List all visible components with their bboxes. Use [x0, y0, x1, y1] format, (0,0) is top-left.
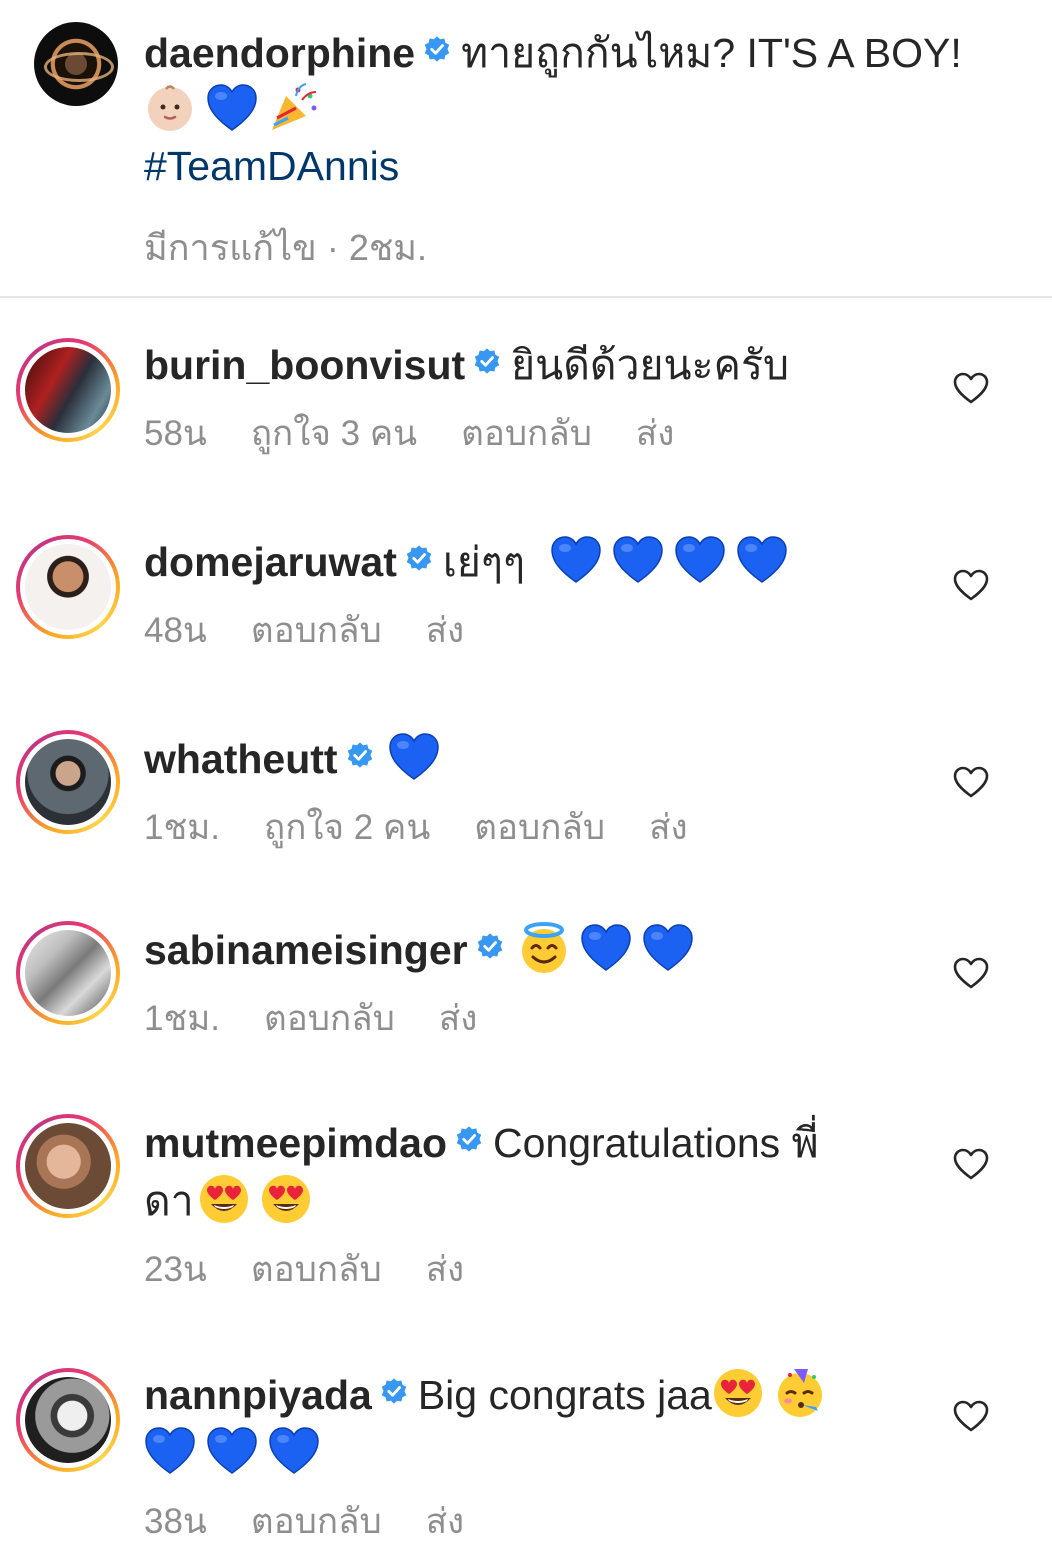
heart-outline-icon[interactable] — [953, 372, 989, 404]
comment-time: 23น — [144, 1250, 207, 1289]
smiling-halo-emoji-icon — [518, 922, 570, 974]
comment-text-line: mutmeepimdao Congratulations พี่ — [144, 1114, 934, 1172]
comment-username[interactable]: domejaruwat — [144, 539, 397, 585]
post-username[interactable]: daendorphine — [144, 30, 415, 76]
verified-badge-icon — [423, 35, 451, 63]
edited-label: มีการแก้ไข — [144, 227, 317, 268]
comment-avatar[interactable] — [16, 1368, 120, 1472]
meta-separator: · — [326, 227, 339, 268]
caption-body: daendorphine ทายถูกกันไหม? IT'S A BOY! #T… — [144, 26, 1024, 276]
comment-meta: 38น ตอบกลับ ส่ง — [144, 1494, 934, 1549]
comment-time: 1ชม. — [144, 808, 221, 847]
comment-text-line: whatheutt — [144, 730, 934, 788]
comment-username[interactable]: nannpiyada — [144, 1372, 372, 1418]
comment-username[interactable]: mutmeepimdao — [144, 1120, 447, 1166]
comment-username[interactable]: whatheutt — [144, 736, 338, 782]
blue-heart-emoji-icon — [550, 536, 602, 584]
comment-meta: 23น ตอบกลับ ส่ง — [144, 1242, 934, 1297]
blue-heart-emoji-icon — [206, 1427, 258, 1475]
comment-text-continued: ดา — [144, 1178, 194, 1224]
hashtag-link[interactable]: #TeamDAnnis — [144, 139, 1024, 193]
comment-avatar[interactable] — [16, 1114, 120, 1218]
partying-face-emoji-icon — [774, 1367, 826, 1419]
comment-text-line: sabinameisinger — [144, 921, 934, 979]
caption-text: ทายถูกกันไหม? IT'S A BOY! — [461, 30, 962, 76]
comment-time: 48น — [144, 611, 207, 650]
verified-badge-icon — [380, 1377, 408, 1405]
comment-avatar[interactable] — [16, 535, 120, 639]
comment-avatar[interactable] — [16, 338, 120, 442]
post-meta: มีการแก้ไข · 2ชม. — [144, 219, 1024, 276]
comment-time: 1ชม. — [144, 999, 221, 1038]
blue-heart-emoji-icon — [268, 1427, 320, 1475]
heart-outline-icon[interactable] — [953, 1400, 989, 1432]
blue-heart-emoji-icon — [388, 733, 440, 781]
comment-avatar[interactable] — [16, 730, 120, 834]
comment-meta: 48น ตอบกลับ ส่ง — [144, 603, 934, 658]
divider — [0, 296, 1052, 298]
reply-button[interactable]: ตอบกลับ — [251, 611, 382, 650]
blue-heart-emoji-icon — [580, 924, 632, 972]
blue-heart-emoji-icon — [206, 84, 258, 132]
comment-text-line-2 — [144, 1424, 934, 1482]
verified-badge-icon — [476, 932, 504, 960]
send-button[interactable]: ส่ง — [649, 808, 687, 847]
reply-button[interactable]: ตอบกลับ — [461, 414, 592, 453]
send-button[interactable]: ส่ง — [636, 414, 674, 453]
comment-likes[interactable]: ถูกใจ 2 คน — [264, 808, 430, 847]
blue-heart-emoji-icon — [144, 1427, 196, 1475]
comment-meta: 1ชม. ถูกใจ 2 คน ตอบกลับ ส่ง — [144, 800, 934, 855]
caption-line-1: daendorphine ทายถูกกันไหม? IT'S A BOY! — [144, 26, 1024, 80]
comment-text-line: nannpiyada Big congrats jaa — [144, 1366, 934, 1424]
verified-badge-icon — [346, 741, 374, 769]
send-button[interactable]: ส่ง — [426, 1502, 464, 1541]
blue-heart-emoji-icon — [736, 536, 788, 584]
reply-button[interactable]: ตอบกลับ — [474, 808, 605, 847]
comment-time: 58น — [144, 414, 207, 453]
post-author-avatar[interactable] — [34, 22, 118, 106]
comment-avatar[interactable] — [16, 921, 120, 1025]
heart-eyes-emoji-icon — [198, 1173, 250, 1225]
party-popper-emoji-icon — [268, 82, 320, 134]
comment-meta: 1ชม. ตอบกลับ ส่ง — [144, 991, 934, 1046]
send-button[interactable]: ส่ง — [426, 611, 464, 650]
post-caption: daendorphine ทายถูกกันไหม? IT'S A BOY! #T… — [0, 0, 1052, 298]
verified-badge-icon — [405, 544, 433, 572]
comment-username[interactable]: burin_boonvisut — [144, 342, 465, 388]
send-button[interactable]: ส่ง — [439, 999, 477, 1038]
blue-heart-emoji-icon — [612, 536, 664, 584]
comment-text: ยินดีด้วยนะครับ — [511, 342, 790, 388]
heart-outline-icon[interactable] — [953, 957, 989, 989]
heart-eyes-emoji-icon — [260, 1173, 312, 1225]
reply-button[interactable]: ตอบกลับ — [251, 1250, 382, 1289]
baby-emoji-icon — [144, 82, 196, 134]
heart-outline-icon[interactable] — [953, 1148, 989, 1180]
reply-button[interactable]: ตอบกลับ — [251, 1502, 382, 1541]
heart-outline-icon[interactable] — [953, 766, 989, 798]
reply-button[interactable]: ตอบกลับ — [264, 999, 395, 1038]
comment-time: 38น — [144, 1502, 207, 1541]
post-time: 2ชม. — [348, 227, 428, 268]
comment-likes[interactable]: ถูกใจ 3 คน — [251, 414, 417, 453]
blue-heart-emoji-icon — [674, 536, 726, 584]
comment-meta: 58น ถูกใจ 3 คน ตอบกลับ ส่ง — [144, 406, 934, 461]
heart-outline-icon[interactable] — [953, 569, 989, 601]
comment-text-line: burin_boonvisut ยินดีด้วยนะครับ — [144, 336, 934, 394]
comment-text: Congratulations พี่ — [493, 1120, 819, 1166]
verified-badge-icon — [455, 1125, 483, 1153]
comment-text-line-2: ดา — [144, 1172, 934, 1230]
comment-text-line: domejaruwat เย่ๆๆ — [144, 533, 934, 591]
send-button[interactable]: ส่ง — [426, 1250, 464, 1289]
blue-heart-emoji-icon — [642, 924, 694, 972]
comment-text: เย่ๆๆ — [442, 539, 525, 585]
heart-eyes-emoji-icon — [712, 1367, 764, 1419]
verified-badge-icon — [473, 347, 501, 375]
caption-emojis — [144, 82, 1024, 137]
comment-text: Big congrats jaa — [417, 1372, 712, 1418]
comment-username[interactable]: sabinameisinger — [144, 927, 468, 973]
